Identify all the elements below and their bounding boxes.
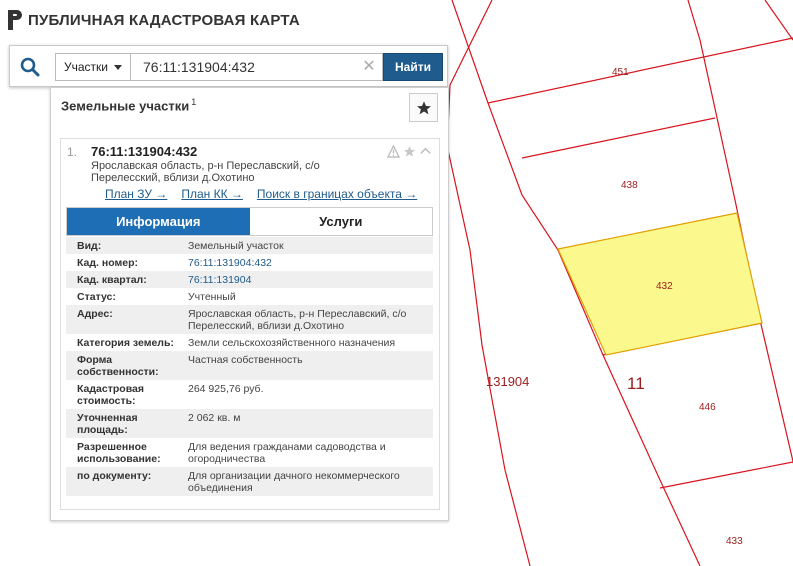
- search-type-label: Участки: [64, 60, 108, 74]
- results-count: 1: [191, 97, 197, 107]
- table-row: Кад. квартал: 76:11:131904: [66, 271, 433, 288]
- table-row: Статус: Учтенный: [66, 288, 433, 305]
- parcel-label-446: 446: [699, 402, 716, 413]
- result-tabs: Информация Услуги: [66, 207, 433, 236]
- star-icon: [416, 100, 431, 114]
- result-card[interactable]: 1. 76:11:131904:432 Ярославская область,…: [60, 138, 440, 510]
- cadastral-number-link[interactable]: 76:11:131904:432: [186, 254, 433, 271]
- map-boundary: [764, 0, 793, 41]
- map-boundary: [447, 0, 493, 131]
- parcel-label-451: 451: [612, 67, 629, 78]
- field-value: 2 062 кв. м: [186, 409, 433, 438]
- app-title: ПУБЛИЧНАЯ КАДАСТРОВАЯ КАРТА: [28, 11, 300, 29]
- field-key: Адрес:: [66, 305, 186, 334]
- search-icon[interactable]: [19, 56, 41, 78]
- table-row: Кадастровая стоимость: 264 925,76 руб.: [66, 380, 433, 409]
- table-row: Адрес: Ярославская область, р-н Переславс…: [66, 305, 433, 334]
- panel-title-text: Земельные участки: [61, 98, 190, 114]
- field-key: Разрешенное использование:: [66, 438, 186, 467]
- app-header: ПУБЛИЧНАЯ КАДАСТРОВАЯ КАРТА: [8, 10, 300, 30]
- table-row: Категория земель: Земли сельскохозяйствен…: [66, 334, 433, 351]
- chevron-up-icon[interactable]: [419, 145, 432, 158]
- table-row: Разрешенное использование: Для ведения гр…: [66, 438, 433, 467]
- search-button[interactable]: Найти: [383, 53, 443, 81]
- link-plan-zu[interactable]: План ЗУ →: [105, 187, 167, 201]
- block-label: 11: [627, 374, 645, 393]
- field-value: 264 925,76 руб.: [186, 380, 433, 409]
- field-value: Земельный участок: [186, 237, 433, 254]
- clear-icon[interactable]: ✕: [360, 58, 378, 76]
- field-key: Кад. квартал:: [66, 271, 186, 288]
- table-row: Вид: Земельный участок: [66, 237, 433, 254]
- field-key: Категория земель:: [66, 334, 186, 351]
- field-key: Статус:: [66, 288, 186, 305]
- field-value: Для ведения гражданами садоводства и ого…: [186, 438, 433, 467]
- result-address: Ярославская область, р-н Переславский, с…: [91, 160, 320, 184]
- star-icon[interactable]: [403, 145, 416, 158]
- field-value: Земли сельскохозяйственного назначения: [186, 334, 433, 351]
- results-panel: Земельные участки 1 1. 76:11:131904:432 Я…: [50, 87, 449, 521]
- result-number: 1.: [67, 145, 78, 159]
- logo-icon: [8, 10, 22, 30]
- table-row: по документу: Для организации дачного нек…: [66, 467, 433, 496]
- field-key: Уточненная площадь:: [66, 409, 186, 438]
- map-boundary: [659, 461, 793, 489]
- tab-info[interactable]: Информация: [67, 208, 250, 235]
- panel-title: Земельные участки 1: [61, 97, 196, 113]
- parcel-label-432: 432: [656, 281, 673, 292]
- map-boundary: [447, 149, 531, 566]
- table-row: Кад. номер: 76:11:131904:432: [66, 254, 433, 271]
- result-links: План ЗУ → План КК → Поиск в границах объ…: [105, 187, 417, 201]
- parcel-label-433: 433: [726, 536, 743, 547]
- favorite-button[interactable]: [409, 93, 438, 122]
- field-key: Кадастровая стоимость:: [66, 380, 186, 409]
- search-type-select[interactable]: Участки: [55, 53, 131, 81]
- result-actions: [386, 144, 432, 158]
- result-cadastral-number[interactable]: 76:11:131904:432: [91, 144, 197, 159]
- field-value: Для организации дачного некоммерческого …: [186, 467, 433, 496]
- field-value: Ярославская область, р-н Переславский, с…: [186, 305, 433, 334]
- info-table: Вид: Земельный участок Кад. номер: 76:11:1…: [66, 237, 433, 496]
- map-boundary: [487, 37, 793, 104]
- field-key: Форма собственности:: [66, 351, 186, 380]
- chevron-down-icon: [114, 64, 122, 70]
- link-search-bounds[interactable]: Поиск в границах объекта →: [257, 187, 417, 201]
- map-boundary: [521, 117, 716, 159]
- field-value: Частная собственность: [186, 351, 433, 380]
- table-row: Форма собственности: Частная собственност…: [66, 351, 433, 380]
- parcel-label-438: 438: [621, 180, 638, 191]
- table-row: Уточненная площадь: 2 062 кв. м: [66, 409, 433, 438]
- search-bar: Участки ✕ Найти: [9, 45, 448, 87]
- quarter-label: 131904: [486, 374, 529, 389]
- cadastral-quarter-link[interactable]: 76:11:131904: [186, 271, 433, 288]
- field-key: Вид:: [66, 237, 186, 254]
- link-plan-kk[interactable]: План КК →: [181, 187, 243, 201]
- field-key: Кад. номер:: [66, 254, 186, 271]
- field-value: Учтенный: [186, 288, 433, 305]
- tab-services[interactable]: Услуги: [249, 208, 432, 235]
- search-input[interactable]: [131, 53, 383, 81]
- warning-icon[interactable]: [386, 144, 401, 158]
- field-key: по документу:: [66, 467, 186, 496]
